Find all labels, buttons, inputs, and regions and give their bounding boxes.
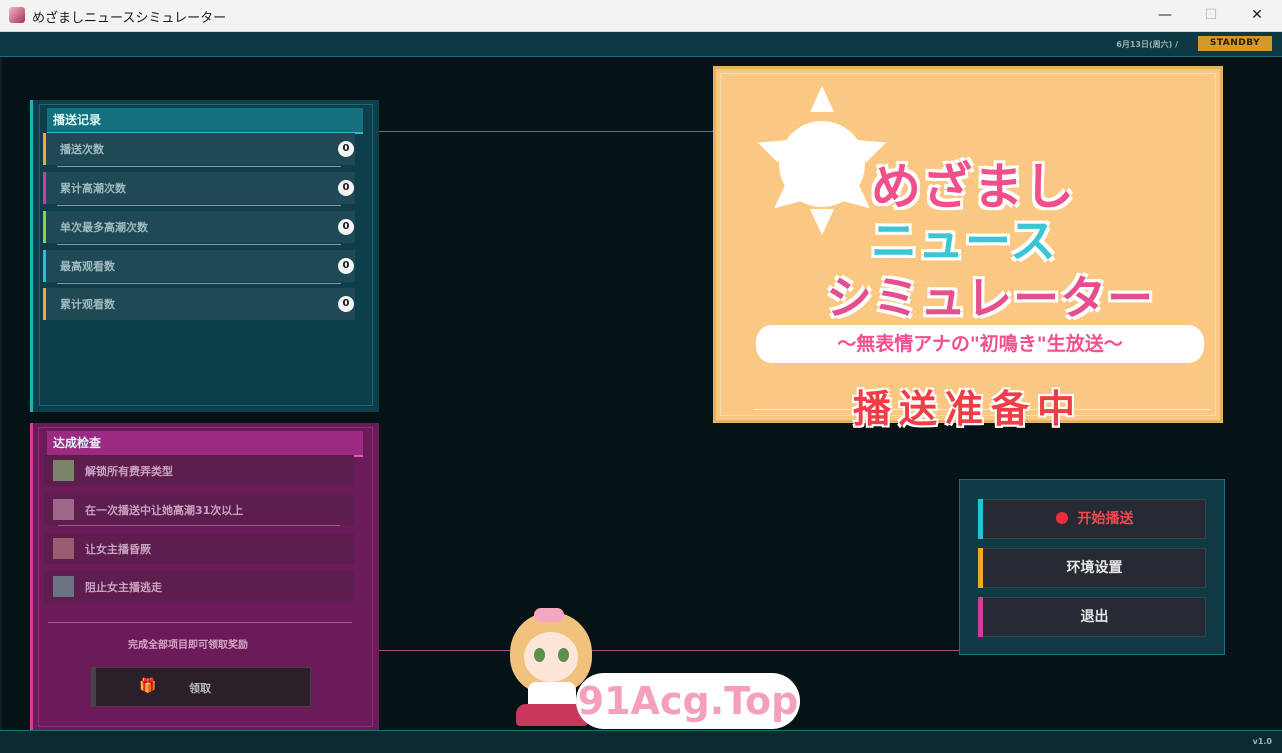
close-button[interactable]: ✕ [1234,0,1280,31]
achievement-label: 阻止女主播逃走 [85,581,162,594]
stat-row-max-viewers: 最高观看数 0 [43,250,355,284]
achievement-item: 解锁所有费弄类型 [44,455,354,486]
start-broadcast-label: 开始播送 [1077,511,1134,527]
achievement-label: 在一次播送中让她高潮31次以上 [85,504,244,517]
minimize-button[interactable]: — [1142,0,1188,31]
stat-value: 0 [338,219,354,235]
achievements-panel-title: 达成检查 [47,431,363,457]
sun-icon [779,121,865,207]
mascot-bow [534,608,564,622]
achievement-item: 在一次播送中让她高潮31次以上 [44,494,354,526]
start-broadcast-button[interactable]: 开始播送 [978,499,1206,539]
broadcast-status-text: 播送准备中 [852,387,1083,431]
connector-line [366,131,714,132]
settings-button[interactable]: 环境设置 [978,548,1206,588]
stat-value: 0 [338,258,354,274]
stat-accent [43,288,46,320]
achievements-divider [48,622,352,623]
stat-accent [43,211,46,243]
claim-reward-button[interactable]: 🎁 领取 [91,667,311,707]
achievement-item: 阻止女主播逃走 [44,571,354,602]
window-titlebar: めざましニュースシミュレーター — ☐ ✕ [0,0,1282,32]
stat-underline [57,166,341,167]
mascot-face [524,632,578,682]
stat-value: 0 [338,141,354,157]
achievement-checkbox [53,460,74,481]
stat-value: 0 [338,296,354,312]
stat-accent [43,250,46,282]
connector-line [366,650,960,651]
stat-label: 最高观看数 [60,260,115,273]
settings-label: 环境设置 [1066,560,1123,576]
record-icon [1055,512,1068,524]
gift-icon: 🎁 [139,678,157,694]
maximize-button[interactable]: ☐ [1188,0,1234,31]
achievement-checkbox [53,499,74,520]
window-title: めざましニュースシミュレーター [32,11,227,26]
stat-row-broadcasts: 播送次数 0 [43,133,355,167]
exit-label: 退出 [1080,609,1109,625]
stat-label: 累计观看数 [60,298,115,311]
achievement-label: 解锁所有费弄类型 [85,465,173,478]
stat-accent [43,172,46,204]
stat-underline [57,205,341,206]
main-menu-panel: 开始播送 环境设置 退出 [959,479,1225,655]
achievement-checkbox [53,538,74,559]
game-logo-line3: シミュレーター [826,271,1155,325]
date-display: 6月13日(周六) / [1116,40,1178,49]
achievement-label: 让女主播昏厥 [85,543,151,556]
app-icon [9,7,25,23]
stat-value: 0 [338,180,354,196]
achievement-underline [58,525,340,526]
stats-panel-title: 播送记录 [47,108,363,134]
stat-label: 累计高潮次数 [60,182,126,195]
status-bar: v1.0 [0,730,1282,753]
watermark-logo: 91Acg.Top [576,673,800,729]
stat-underline [57,283,341,284]
stat-label: 播送次数 [60,143,104,156]
stat-underline [57,244,341,245]
exit-button[interactable]: 退出 [978,597,1206,637]
stat-row-total-viewers: 累计观看数 0 [43,288,355,320]
status-badge: STANDBY [1198,36,1272,51]
achievement-checkbox [53,576,74,597]
stat-row-max-climax: 单次最多高潮次数 0 [43,211,355,245]
sun-ray [810,209,834,235]
stat-row-total-climax: 累计高潮次数 0 [43,172,355,206]
achievements-note: 完成全部项目即可领取奖励 [128,640,248,651]
stat-label: 单次最多高潮次数 [60,221,148,234]
sun-ray [810,86,834,112]
mascot-eye [534,648,545,662]
mascot-eye [558,648,569,662]
version-label: v1.0 [1252,737,1272,746]
stat-accent [43,133,46,165]
hud-bar: 6月13日(周六) / STANDBY [0,32,1282,57]
game-logo-subtitle: ～無表情アナの"初鳴き"生放送～ [756,325,1204,363]
claim-label: 领取 [189,682,211,695]
broadcast-screen: めざまし ニュース シミュレーター ～無表情アナの"初鳴き"生放送～ 播送准备中 [713,66,1223,431]
achievement-item: 让女主播昏厥 [44,533,354,564]
start-broadcast-label-wrap: 开始播送 [983,499,1206,539]
